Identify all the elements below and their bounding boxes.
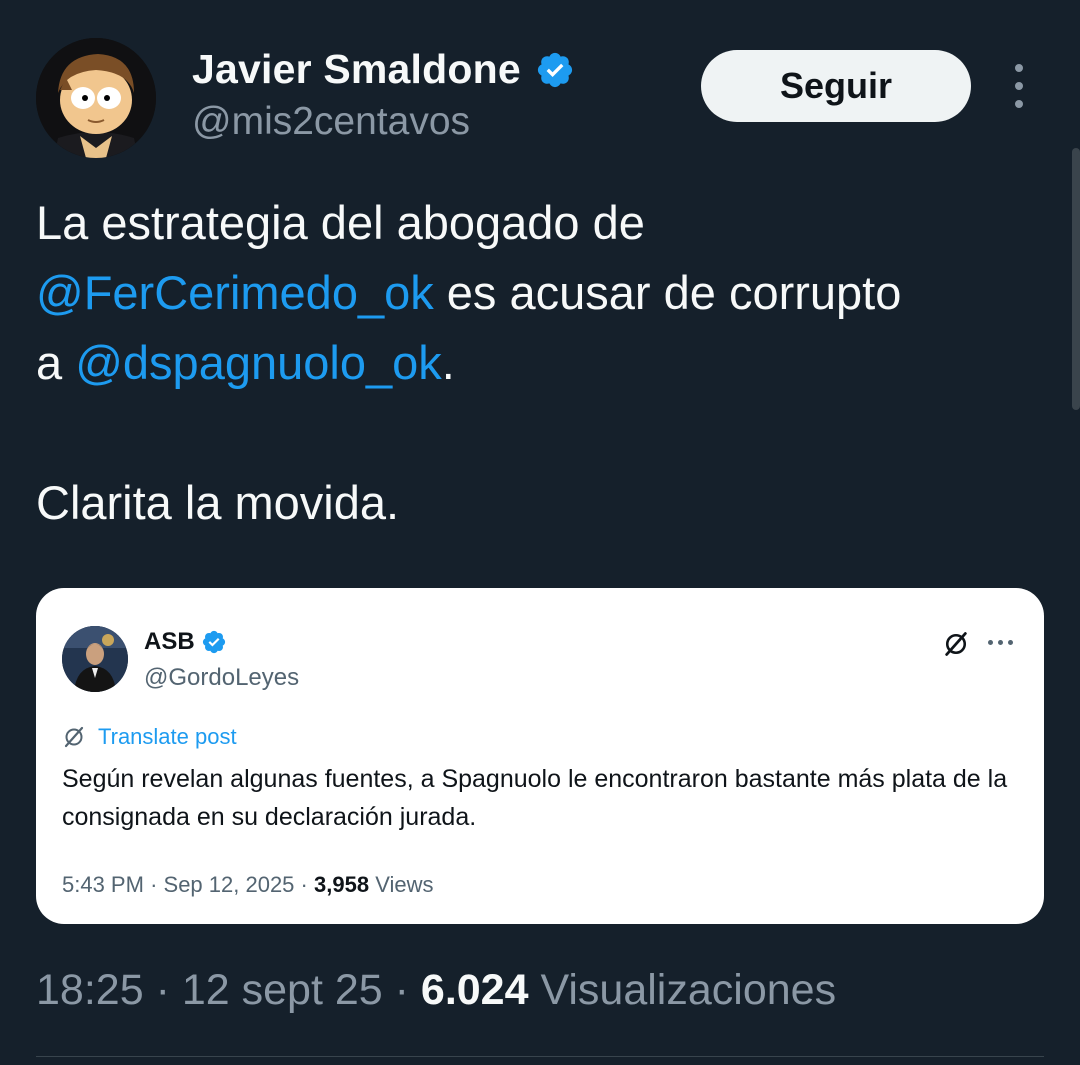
author-name-row: Javier Smaldone [192,46,575,93]
quoted-time[interactable]: 5:43 PM [62,872,144,897]
tweet-line-2-text: es acusar de corrupto [433,266,902,319]
views-label: Visualizaciones [540,966,837,1014]
tweet-time[interactable]: 18:25 [36,966,144,1014]
tweet-meta: 18:25 · 12 sept 25 · 6.024 Visualizacion… [36,966,837,1014]
translate-post-label[interactable]: Translate post [98,724,237,750]
tweet-date[interactable]: 12 sept 25 [182,966,383,1014]
tweet-header: Javier Smaldone @mis2centavos Seguir [36,38,1046,158]
more-vertical-icon[interactable] [1004,64,1034,108]
grok-icon[interactable] [942,630,970,658]
tweet-line-2: @FerCerimedo_ok es acusar de corrupto [36,258,1046,328]
scrollbar[interactable] [1072,148,1080,410]
tweet-line-4: Clarita la movida. [36,476,400,529]
author-name[interactable]: Javier Smaldone [192,46,521,93]
mention-link[interactable]: @FerCerimedo_ok [36,266,434,319]
quoted-tweet-text: Según revelan algunas fuentes, a Spagnuo… [62,765,1008,831]
quoted-tweet-meta: 5:43 PM · Sep 12, 2025 · 3,958 Views [62,872,434,897]
more-horizontal-icon[interactable] [988,640,1013,645]
grok-translate-icon [64,726,84,748]
quoted-tweet-card[interactable]: ASB @GordoLeyes Translate post Según rev… [36,588,1044,924]
views-count: 6.024 [420,966,529,1014]
author-handle[interactable]: @mis2centavos [192,100,470,144]
quoted-author-name[interactable]: ASB [144,628,195,656]
tweet-line-3-suffix: . [441,336,455,389]
quoted-date[interactable]: Sep 12, 2025 [164,872,295,897]
verified-badge-icon [537,52,572,87]
quoted-views-label: Views [375,872,434,897]
quoted-name-row: ASB [144,628,227,656]
tweet-text: La estrategia del abogado de @FerCerimed… [36,188,1046,538]
tweet-line-1: La estrategia del abogado de [36,196,645,249]
tweet-line-3-prefix: a [36,336,76,389]
quoted-author-handle[interactable]: @GordoLeyes [144,664,299,692]
tweet-line-3: a @dspagnuolo_ok. [36,328,1046,398]
divider [36,1056,1044,1057]
quoted-author-avatar[interactable] [62,626,128,692]
author-avatar[interactable] [36,38,156,158]
follow-button[interactable]: Seguir [701,50,971,122]
quoted-views-count: 3,958 [314,872,370,897]
mention-link[interactable]: @dspagnuolo_ok [75,336,442,389]
verified-badge-icon [202,630,225,654]
translate-post-link[interactable]: Translate post [62,724,237,750]
